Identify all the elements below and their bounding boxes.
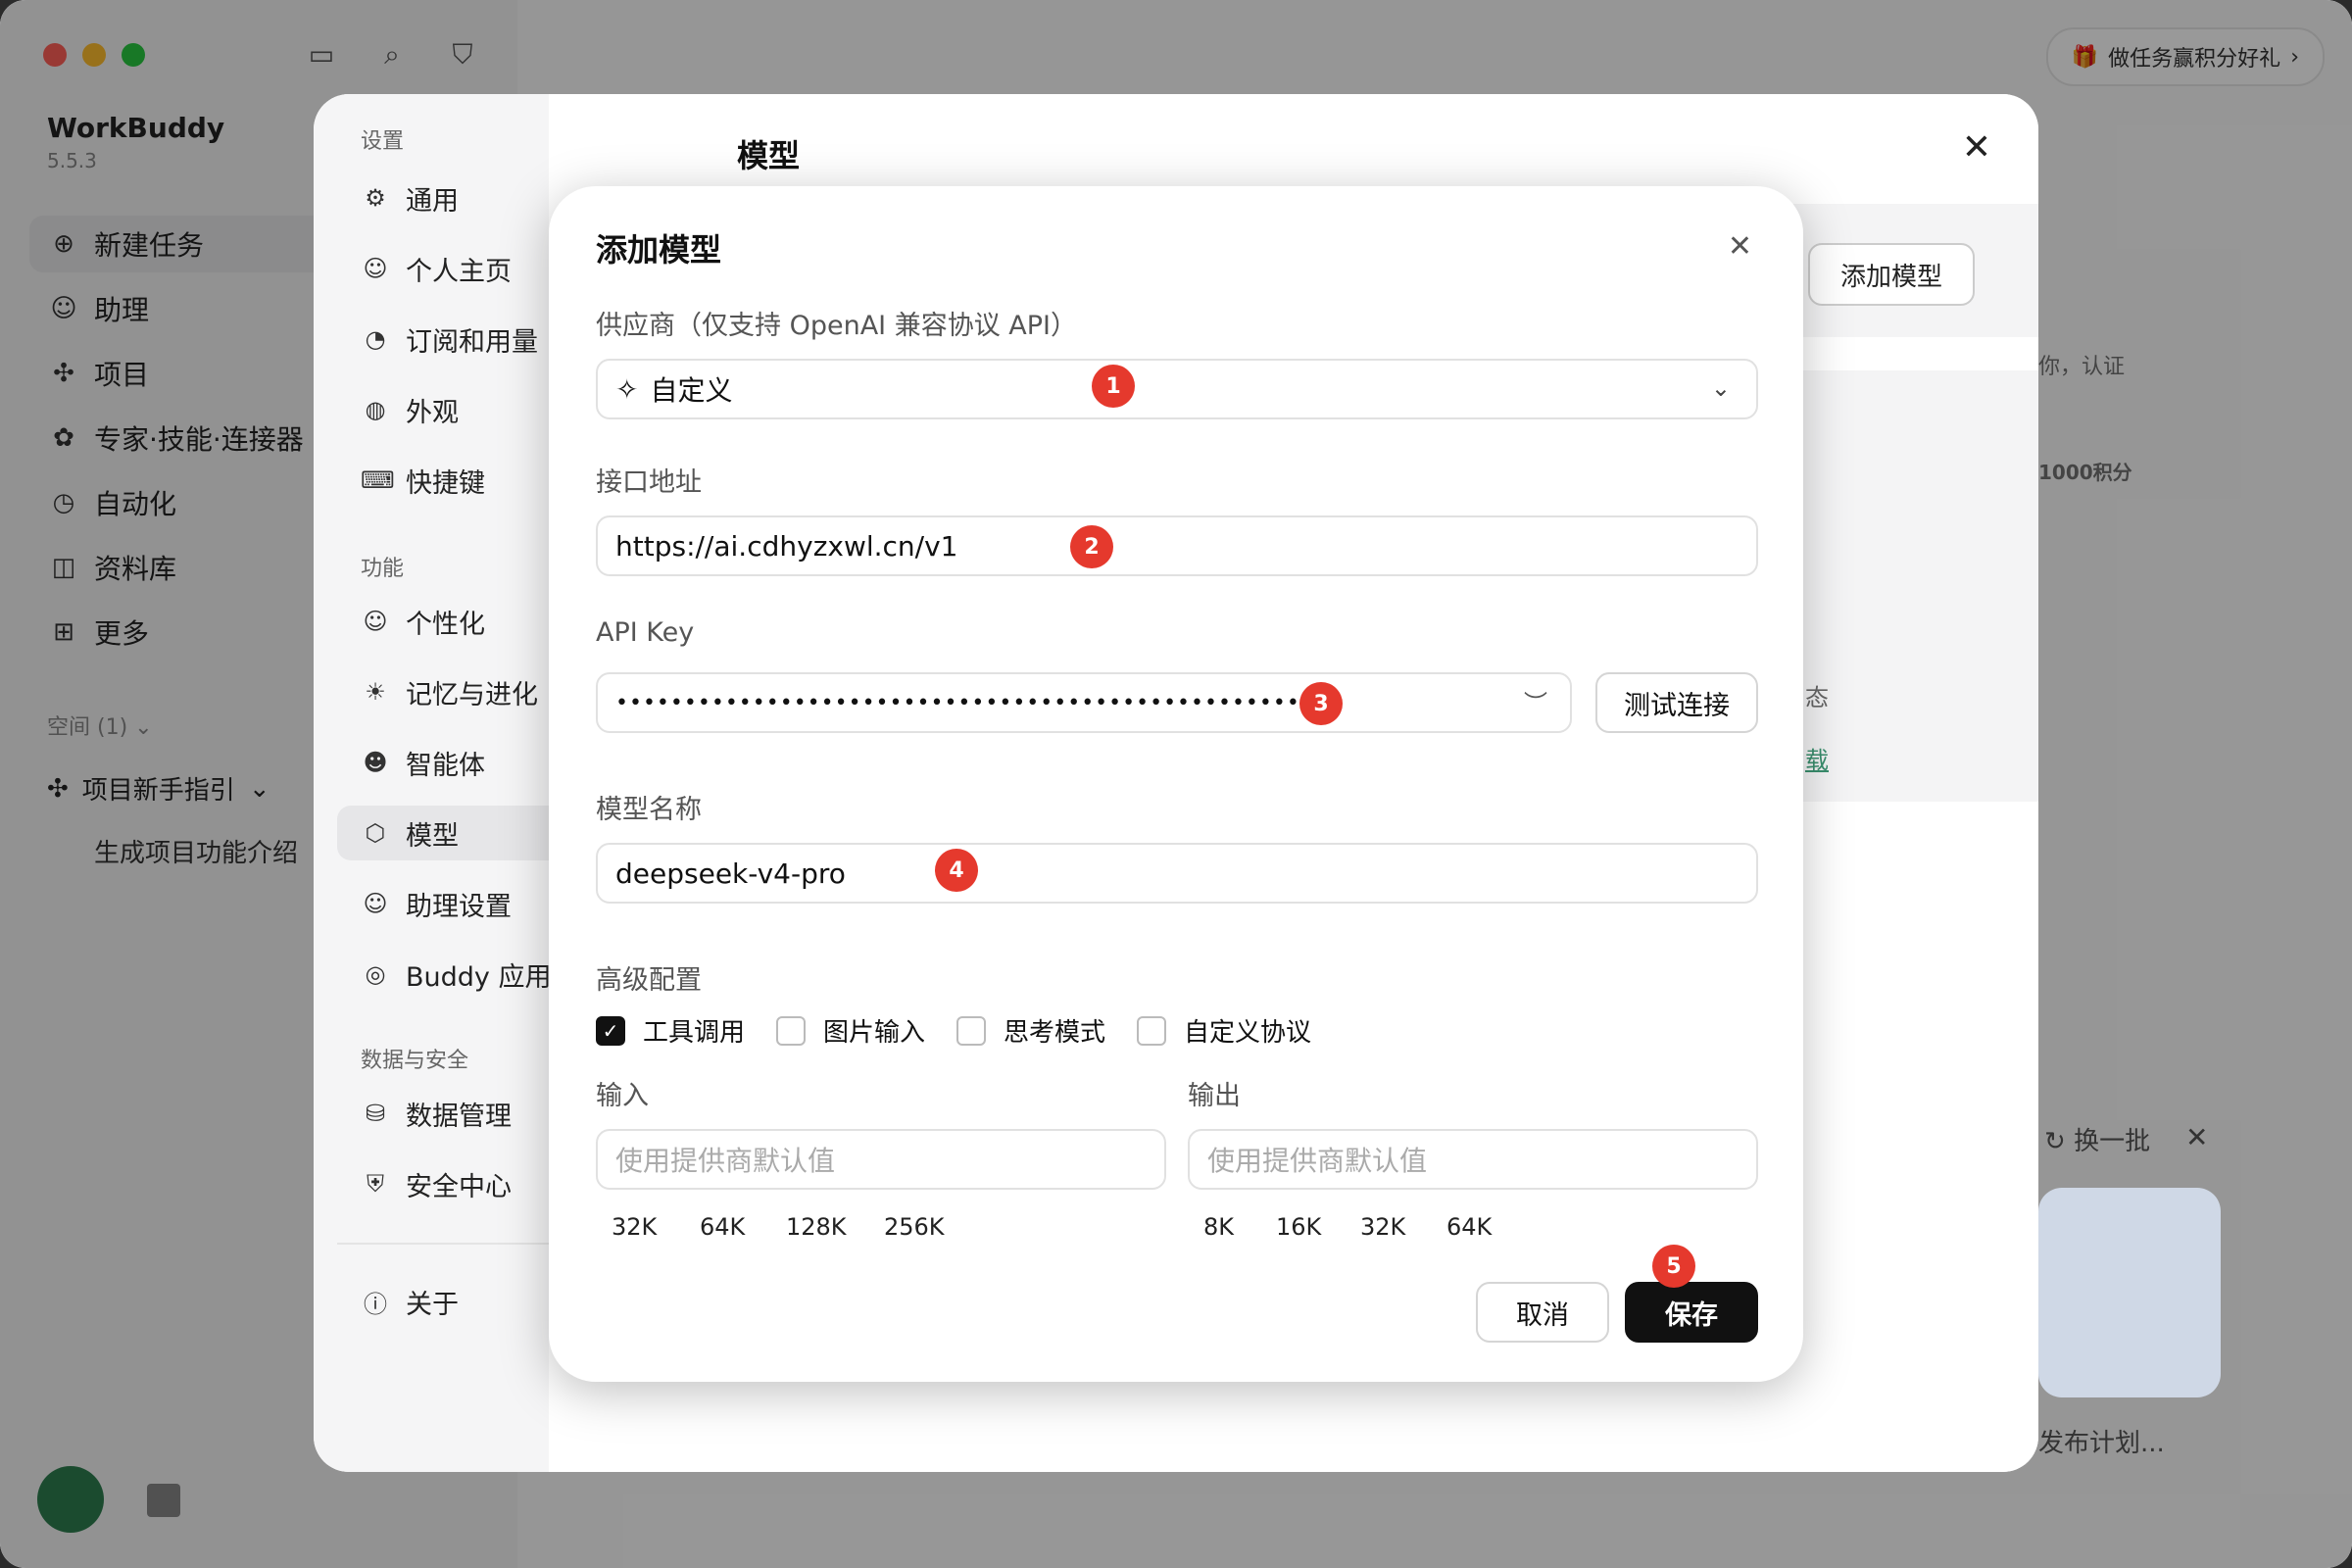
advanced-label: 高级配置 (596, 965, 702, 996)
step-badge: 3 (1299, 682, 1343, 725)
provider-value: 自定义 (650, 374, 733, 407)
provider-label: 供应商（仅支持 OpenAI 兼容协议 API） (596, 311, 1078, 341)
checkbox-custom-protocol[interactable]: 自定义协议 (1137, 1012, 1311, 1049)
input-tokens-field[interactable]: 使用提供商默认值 (596, 1129, 1166, 1190)
close-icon[interactable]: ✕ (1962, 127, 1991, 168)
model-name-input[interactable]: deepseek-v4-pro (596, 843, 1758, 904)
preset-input-256k[interactable]: 256K (884, 1213, 945, 1241)
add-model-button[interactable]: 添加模型 (1808, 243, 1975, 306)
chevron-down-icon: ⌄ (1710, 374, 1731, 402)
shield-icon: ⛨ (367, 1170, 384, 1198)
thumbnail-image[interactable] (2038, 1188, 2221, 1397)
dialog-title: 添加模型 (596, 231, 722, 269)
checkbox-image-input[interactable]: 图片输入 (776, 1012, 925, 1049)
preset-output-64k[interactable]: 64K (1446, 1213, 1492, 1241)
checkbox-tool-call[interactable]: ✓ 工具调用 (596, 1012, 745, 1049)
info-icon: ⓘ (364, 1290, 387, 1318)
palette-icon: ◍ (365, 396, 386, 423)
save-button[interactable]: 保存 (1625, 1282, 1758, 1343)
sparkle-icon: ✧ (615, 372, 639, 406)
eye-closed-icon[interactable]: ︶ (1524, 684, 1548, 718)
test-connection-button[interactable]: 测试连接 (1595, 672, 1758, 733)
preset-output-8k[interactable]: 8K (1203, 1213, 1234, 1241)
cube-icon: ⬡ (365, 819, 386, 847)
close-icon[interactable]: ✕ (2185, 1121, 2208, 1153)
api-key-label: API Key (596, 617, 695, 648)
output-tokens-label: 输出 (1188, 1081, 1241, 1111)
preset-output-16k[interactable]: 16K (1276, 1213, 1321, 1241)
user-gear-icon: ☺ (363, 608, 388, 635)
preset-output-32k[interactable]: 32K (1360, 1213, 1405, 1241)
output-tokens-field[interactable]: 使用提供商默认值 (1188, 1129, 1758, 1190)
endpoint-label: 接口地址 (596, 467, 702, 498)
user-icon: ☺ (363, 255, 388, 282)
settings-section-label: 设置 (361, 129, 405, 154)
preset-input-64k[interactable]: 64K (700, 1213, 745, 1241)
input-tokens-label: 输入 (596, 1081, 649, 1111)
bulb-icon: ☀ (365, 678, 386, 706)
step-badge: 1 (1092, 365, 1135, 408)
step-badge: 4 (935, 849, 978, 892)
bg-fragment: 1000积分 (2038, 461, 2132, 484)
step-badge: 5 (1652, 1245, 1695, 1288)
assistant-icon: ☺ (363, 890, 388, 917)
bg-fragment: 你，认证 (2038, 355, 2126, 379)
add-model-dialog: 添加模型 ✕ 供应商（仅支持 OpenAI 兼容协议 API） ✧ 自定义 ⌄ … (549, 186, 1803, 1382)
provider-select[interactable]: ✧ 自定义 ⌄ (596, 359, 1758, 419)
database-icon: ⛁ (365, 1100, 386, 1127)
step-badge: 2 (1070, 525, 1113, 568)
bg-fragment: 发布计划... (2038, 1429, 2165, 1458)
api-key-input[interactable]: ••••••••••••••••••••••••••••••••••••••••… (596, 672, 1572, 733)
bg-fragment: 态 (1805, 684, 1829, 711)
keyboard-icon: ⌨ (361, 466, 395, 494)
checkbox-thinking-mode[interactable]: 思考模式 (956, 1012, 1105, 1049)
model-name-label: 模型名称 (596, 795, 702, 825)
refresh-button[interactable]: ↻ 换一批 (2044, 1121, 2150, 1157)
app-icon: ◎ (365, 960, 386, 988)
chart-icon: ◔ (365, 325, 386, 353)
cancel-button[interactable]: 取消 (1476, 1282, 1609, 1343)
settings-section-features: 功能 (361, 557, 405, 581)
app-window: ▭ ⌕ ⛉ WorkBuddy 5.5.3 ⊕ 新建任务 ☺ 助理 ✣ 项目 ✿ 专家·… (0, 0, 2352, 1568)
close-icon[interactable]: ✕ (1728, 229, 1752, 264)
preset-input-128k[interactable]: 128K (786, 1213, 847, 1241)
preset-input-32k[interactable]: 32K (612, 1213, 657, 1241)
settings-section-data: 数据与安全 (361, 1049, 469, 1073)
check-icon: ✓ (596, 1015, 625, 1046)
endpoint-input[interactable]: https://ai.cdhyzxwl.cn/v1 (596, 515, 1758, 576)
gear-icon: ⚙ (365, 184, 386, 212)
robot-icon: ☻ (363, 749, 388, 776)
bg-link[interactable]: 载 (1805, 741, 1829, 775)
settings-page-title: 模型 (737, 137, 801, 174)
